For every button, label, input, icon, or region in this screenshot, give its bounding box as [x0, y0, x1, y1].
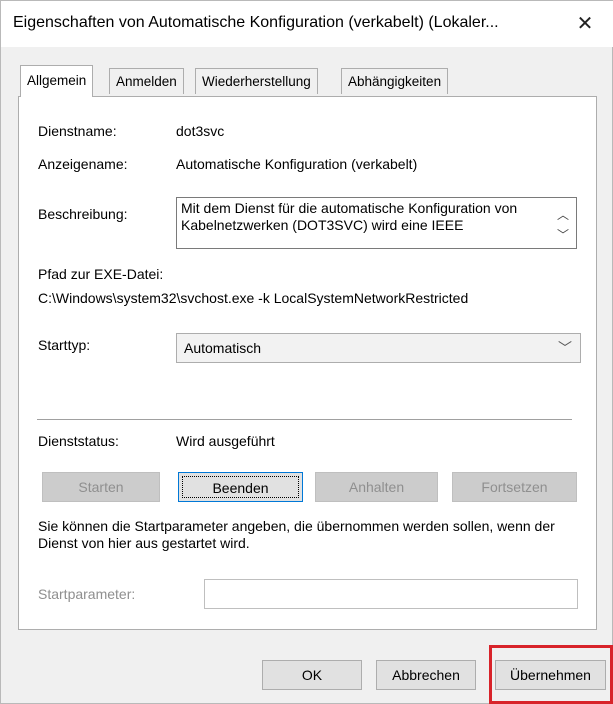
param-hint: Sie können die Startparameter angeben, d… — [38, 518, 555, 551]
display-name-value[interactable]: Automatische Konfiguration (verkabelt) — [176, 156, 417, 172]
path-label: Pfad zur EXE-Datei: — [38, 266, 164, 282]
tab-abhaengigkeiten[interactable]: Abhängigkeiten — [341, 68, 449, 94]
starttype-value: Automatisch — [184, 340, 262, 356]
description-text: Mit dem Dienst für die automatische Konf… — [181, 200, 518, 233]
path-value[interactable]: C:\Windows\system32\svchost.exe -k Local… — [38, 290, 468, 306]
stop-button[interactable]: Beenden — [178, 472, 303, 502]
tab-allgemein[interactable]: Allgemein — [20, 65, 94, 97]
service-name-value: dot3svc — [176, 123, 225, 139]
close-icon[interactable]: ✕ — [570, 7, 600, 41]
scroll-down-icon[interactable]: ﹀ — [556, 226, 570, 242]
service-name-label: Dienstname: — [38, 123, 117, 139]
cancel-button[interactable]: Abbrechen — [376, 660, 476, 690]
apply-highlight-frame — [489, 645, 613, 704]
param-input[interactable] — [204, 579, 578, 609]
scroll-up-icon[interactable]: ︿ — [556, 206, 570, 222]
starttype-label: Starttyp: — [38, 337, 91, 353]
start-button[interactable]: Starten — [42, 472, 160, 502]
stop-button-label: Beenden — [182, 476, 299, 498]
title-bar[interactable]: Eigenschaften von Automatische Konfigura… — [1, 1, 613, 47]
divider — [37, 419, 572, 420]
pause-button[interactable]: Anhalten — [315, 472, 438, 502]
description-label: Beschreibung: — [38, 206, 128, 222]
chevron-down-icon: ﹀ — [558, 340, 572, 356]
resume-button[interactable]: Fortsetzen — [452, 472, 577, 502]
properties-dialog: Eigenschaften von Automatische Konfigura… — [0, 0, 613, 704]
tab-wiederherstellung[interactable]: Wiederherstellung — [195, 68, 318, 94]
starttype-dropdown[interactable]: Automatisch ﹀ — [176, 333, 581, 363]
general-panel: Dienstname: dot3svc Anzeigename: Automat… — [18, 96, 597, 630]
display-name-label: Anzeigename: — [38, 156, 128, 172]
param-label: Startparameter: — [38, 586, 136, 602]
ok-button[interactable]: OK — [262, 660, 362, 690]
window-title: Eigenschaften von Automatische Konfigura… — [13, 14, 499, 31]
tab-anmelden[interactable]: Anmelden — [109, 68, 184, 94]
description-textbox[interactable]: Mit dem Dienst für die automatische Konf… — [176, 197, 577, 249]
status-value: Wird ausgeführt — [176, 433, 275, 449]
status-label: Dienststatus: — [38, 433, 119, 449]
